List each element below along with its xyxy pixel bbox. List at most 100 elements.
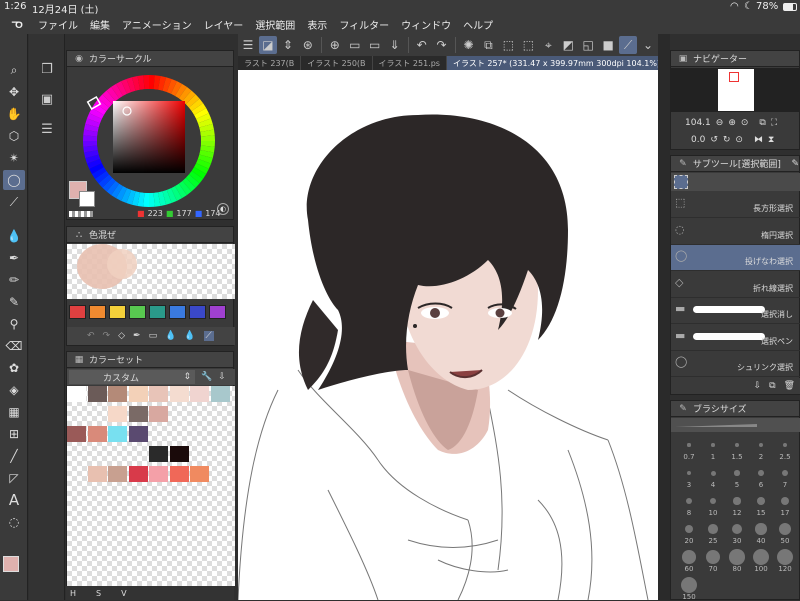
duplicate-icon[interactable]: ⧉ bbox=[769, 381, 775, 391]
colorset-swatch[interactable] bbox=[108, 386, 127, 402]
wrench-icon[interactable]: 🔧 bbox=[201, 372, 212, 382]
pen-edit-icon[interactable]: ✎ bbox=[791, 159, 799, 169]
pen-mix-icon[interactable]: ◇ bbox=[118, 331, 125, 341]
drawing-canvas[interactable] bbox=[238, 70, 658, 600]
colorset-swatch[interactable] bbox=[67, 426, 86, 442]
subtool-item[interactable]: ◯ 投げなわ選択 bbox=[671, 245, 800, 271]
palette-swatch[interactable] bbox=[149, 305, 166, 319]
brush-size-preset[interactable] bbox=[782, 442, 788, 448]
material-icon[interactable]: ▣ bbox=[35, 88, 59, 112]
menu-layer[interactable]: レイヤー bbox=[204, 17, 244, 32]
brush-size-preset[interactable] bbox=[711, 443, 715, 447]
operation-tool-icon[interactable]: ⬡ bbox=[3, 126, 25, 146]
hamburger-menu-icon[interactable]: ☰ bbox=[239, 36, 257, 54]
selection-icon[interactable]: ⬚ bbox=[519, 36, 537, 54]
subtool-item[interactable]: ▬ 選択消し bbox=[671, 298, 800, 324]
eyedropper-tool-icon[interactable]: ⟋ bbox=[3, 192, 25, 212]
color-circle-sub-swatch[interactable] bbox=[79, 191, 95, 207]
invert-selection-icon[interactable]: ◩ bbox=[559, 36, 577, 54]
brush-size-preset[interactable] bbox=[757, 497, 765, 505]
fit-window-icon[interactable]: ⧉ bbox=[759, 118, 765, 128]
transparent-swatch[interactable] bbox=[69, 211, 93, 217]
fill-selection-icon[interactable]: ■ bbox=[599, 36, 617, 54]
palette-swatch[interactable] bbox=[169, 305, 186, 319]
airbrush-tool-icon[interactable]: ⚲ bbox=[3, 314, 25, 334]
color-set-dropdown[interactable]: カスタム ⇕ bbox=[69, 370, 195, 384]
palette-swatch[interactable] bbox=[69, 305, 86, 319]
app-logo-icon[interactable]: ᓀ bbox=[6, 14, 28, 34]
main-color-swatch[interactable] bbox=[3, 556, 19, 572]
selection-group-icon[interactable] bbox=[674, 175, 688, 189]
menu-filter[interactable]: フィルター bbox=[339, 17, 389, 32]
eyedropper-mix-icon[interactable]: ⟋ bbox=[203, 331, 214, 341]
auto-select-tool-icon[interactable]: ✴ bbox=[3, 148, 25, 168]
ruler-tool-icon[interactable]: ◸ bbox=[3, 468, 25, 488]
brush-size-preset[interactable] bbox=[778, 522, 792, 536]
palette-swatch[interactable] bbox=[189, 305, 206, 319]
decoration-tool-icon[interactable]: ✿ bbox=[3, 358, 25, 378]
s-label[interactable]: S bbox=[96, 589, 101, 598]
hand-tool-icon[interactable]: ✋ bbox=[3, 104, 25, 124]
menu-help[interactable]: ヘルプ bbox=[463, 17, 493, 32]
brush-size-preset[interactable] bbox=[708, 524, 718, 534]
colorset-swatch[interactable] bbox=[149, 386, 168, 402]
reset-rotation-icon[interactable]: ⊙ bbox=[735, 135, 743, 145]
trash-icon[interactable]: 🗑 bbox=[784, 381, 795, 391]
rotate-left-icon[interactable]: ↺ bbox=[710, 135, 718, 145]
brush-size-preset[interactable] bbox=[681, 577, 697, 593]
fill-tool-icon[interactable]: ◈ bbox=[3, 380, 25, 400]
crop-icon[interactable]: ◱ bbox=[579, 36, 597, 54]
settings-icon[interactable]: ⊛ bbox=[299, 36, 317, 54]
layer-icon[interactable]: ☰ bbox=[35, 118, 59, 142]
brush-size-preset[interactable] bbox=[684, 524, 694, 534]
undo-icon[interactable]: ↶ bbox=[413, 36, 431, 54]
brush-mix-icon[interactable]: ✒ bbox=[133, 331, 141, 341]
menu-view[interactable]: 表示 bbox=[307, 17, 327, 32]
colorset-swatch[interactable] bbox=[149, 466, 168, 482]
colorset-swatch[interactable] bbox=[169, 446, 189, 462]
save-icon[interactable]: ▭ bbox=[366, 36, 384, 54]
menu-animation[interactable]: アニメーション bbox=[122, 17, 192, 32]
water-mix-icon[interactable]: 💧 bbox=[184, 331, 195, 341]
brush-size-preset[interactable] bbox=[687, 443, 691, 447]
palette-swatch[interactable] bbox=[89, 305, 106, 319]
navigator-preview[interactable] bbox=[671, 68, 800, 112]
doc-tab[interactable]: ラスト 237(B bbox=[238, 56, 302, 70]
brush-size-preset[interactable] bbox=[780, 496, 790, 506]
colorset-swatch[interactable] bbox=[128, 466, 148, 482]
color-mix-canvas[interactable] bbox=[67, 244, 235, 299]
pencil-tool-icon[interactable]: ✏ bbox=[3, 270, 25, 290]
lasso-tool-icon[interactable]: ◯ bbox=[3, 170, 25, 190]
brush-size-slider[interactable] bbox=[671, 418, 800, 432]
flip-vertical-icon[interactable]: ⧗ bbox=[768, 135, 774, 145]
brush-size-preset[interactable] bbox=[753, 549, 769, 565]
flip-horizontal-icon[interactable]: ⧓ bbox=[754, 135, 763, 145]
brush-size-preset[interactable] bbox=[782, 470, 788, 476]
zoom-tool-icon[interactable]: ⌕ bbox=[3, 60, 25, 80]
gradient-tool-icon[interactable]: ▦ bbox=[3, 402, 25, 422]
blend-tool-icon[interactable]: 💧 bbox=[3, 226, 25, 246]
text-tool-icon[interactable]: A bbox=[3, 490, 25, 510]
menu-window[interactable]: ウィンドウ bbox=[401, 17, 451, 32]
subtool-item[interactable]: ◯ シュリンク選択 bbox=[671, 351, 800, 377]
colorset-swatch[interactable] bbox=[149, 406, 168, 422]
brush-size-preset[interactable] bbox=[735, 443, 739, 447]
doc-tab[interactable]: イラスト 250(B bbox=[301, 56, 373, 70]
colorset-swatch[interactable] bbox=[87, 386, 107, 402]
undo-icon[interactable]: ↶ bbox=[87, 331, 95, 341]
move-tool-icon[interactable]: ✥ bbox=[3, 82, 25, 102]
palette-swatch[interactable] bbox=[209, 305, 226, 319]
zoom-in-icon[interactable]: ⊕ bbox=[728, 118, 736, 128]
brush-size-preset[interactable] bbox=[685, 497, 693, 505]
doc-tab[interactable]: イラスト 251.ps bbox=[373, 56, 447, 70]
snap-icon[interactable]: ◪ bbox=[258, 36, 277, 54]
loading-icon[interactable]: ✺ bbox=[460, 36, 478, 54]
eraser-mix-icon[interactable]: ▭ bbox=[149, 331, 158, 341]
colorset-swatch[interactable] bbox=[108, 466, 127, 482]
brush-size-preset[interactable] bbox=[755, 523, 767, 535]
colorset-swatch[interactable] bbox=[87, 426, 107, 442]
fit-icon[interactable]: ⊙ bbox=[741, 118, 749, 128]
copy-icon[interactable]: ⧉ bbox=[479, 36, 497, 54]
fullscreen-icon[interactable]: ⛶ bbox=[771, 118, 777, 128]
brush-size-preset[interactable] bbox=[734, 470, 740, 476]
